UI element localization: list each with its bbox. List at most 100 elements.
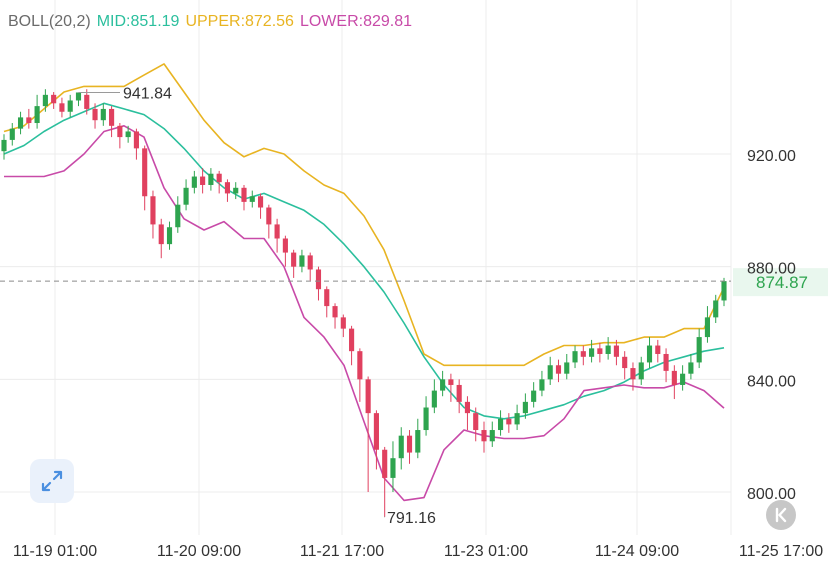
indicator-upper: UPPER:872.56 (185, 13, 294, 30)
candle-body (241, 187, 247, 202)
indicator-mid: MID:851.19 (97, 13, 180, 30)
candle-body (671, 370, 677, 385)
candle-body (34, 106, 40, 124)
candle-body (638, 362, 644, 380)
candle-body (224, 182, 231, 194)
candle-body (349, 328, 355, 352)
candles (1, 89, 727, 517)
candle-body (431, 390, 437, 408)
candle-body (282, 238, 288, 253)
candle-body (84, 94, 90, 109)
candle-body (307, 255, 313, 270)
candle-body (67, 100, 73, 112)
candle-body (175, 204, 181, 228)
candle-body (100, 108, 106, 121)
candle-body (166, 227, 173, 245)
y-tick-label: 880.00 (747, 261, 796, 278)
candle-body (522, 401, 528, 414)
candle-body (291, 252, 297, 267)
candle-body (721, 281, 727, 301)
candle-body (183, 187, 189, 205)
y-tick-label: 840.00 (747, 373, 796, 390)
candle-body (497, 418, 504, 431)
candle-body (572, 351, 578, 363)
candle-body (473, 413, 479, 431)
candle-body (51, 94, 57, 104)
chart-area[interactable]: 874.87 941.84 791.16 920.00 880.00 840.00 800… (0, 0, 828, 560)
candle-body (191, 176, 197, 188)
candle-body (646, 345, 653, 363)
back-arrow-icon (775, 507, 787, 523)
candle-body (382, 449, 388, 478)
candle-body (92, 108, 98, 121)
candle-body (713, 300, 719, 318)
indicator-name: BOLL(20,2) (8, 13, 91, 30)
candle-body (622, 356, 628, 369)
candle-body (150, 196, 156, 225)
candle-body (531, 390, 537, 402)
candle-body (26, 117, 32, 124)
y-tick-label: 920.00 (747, 148, 796, 165)
back-button[interactable] (766, 500, 796, 530)
candle-body (233, 187, 239, 194)
candle-body (117, 125, 123, 138)
x-tick-label: 11-20 09:00 (157, 543, 241, 560)
candle-body (398, 435, 404, 459)
candle-body (597, 348, 603, 354)
candle-body (357, 351, 363, 380)
candle-body (390, 458, 396, 478)
candle-body (208, 173, 214, 185)
candle-body (605, 345, 611, 354)
candle-body (456, 384, 462, 402)
overlay: 874.87941.84791.16 (0, 85, 828, 527)
candle-body (332, 306, 338, 318)
candle-body (1, 139, 7, 152)
candle-body (266, 207, 272, 225)
candle-body (299, 255, 305, 267)
candle-body (704, 317, 711, 338)
candle-body (340, 317, 346, 329)
candle-body (125, 131, 131, 138)
candle-body (589, 348, 595, 357)
candle-body (249, 196, 255, 202)
candle-body (200, 176, 206, 185)
candle-body (109, 108, 115, 126)
candle-body (564, 362, 570, 374)
candle-body (257, 196, 264, 208)
candle-body (274, 224, 280, 239)
candle-body (514, 413, 520, 425)
candle-body (9, 128, 15, 140)
band-line-mid (3, 102, 725, 420)
candle-body (630, 368, 636, 380)
candle-body (696, 337, 702, 363)
indicator-header: BOLL(20,2) MID:851.19 UPPER:872.56 LOWER:82… (8, 13, 412, 30)
candle-body (663, 353, 669, 371)
candle-body (448, 379, 454, 385)
candle-body (539, 379, 545, 391)
candle-body (406, 435, 413, 453)
candle-body (680, 373, 686, 385)
candle-body (365, 379, 371, 414)
candlestick-chart: 874.87941.84791.16 920.00880.00840.00800… (0, 0, 828, 560)
candle-body (42, 94, 48, 107)
candle-body (142, 148, 148, 197)
high-annotation: 941.84 (123, 85, 172, 102)
band-line-lower (4, 125, 725, 502)
low-annotation: 791.16 (387, 510, 436, 527)
x-tick-label: 11-25 17:00 (739, 543, 823, 560)
expand-arrows-icon (41, 470, 63, 492)
candle-body (59, 103, 65, 112)
candle-body (17, 117, 24, 129)
candle-body (547, 365, 553, 380)
candle-body (506, 418, 512, 425)
x-tick-label: 11-19 01:00 (13, 543, 97, 560)
expand-button[interactable] (30, 459, 74, 503)
candle-body (655, 345, 661, 354)
candle-body (423, 407, 429, 431)
candle-body (489, 430, 495, 442)
candle-body (481, 430, 487, 442)
candle-body (133, 131, 139, 149)
candle-body (580, 351, 586, 357)
candle-body (555, 365, 562, 374)
x-tick-label: 11-21 17:00 (300, 543, 384, 560)
